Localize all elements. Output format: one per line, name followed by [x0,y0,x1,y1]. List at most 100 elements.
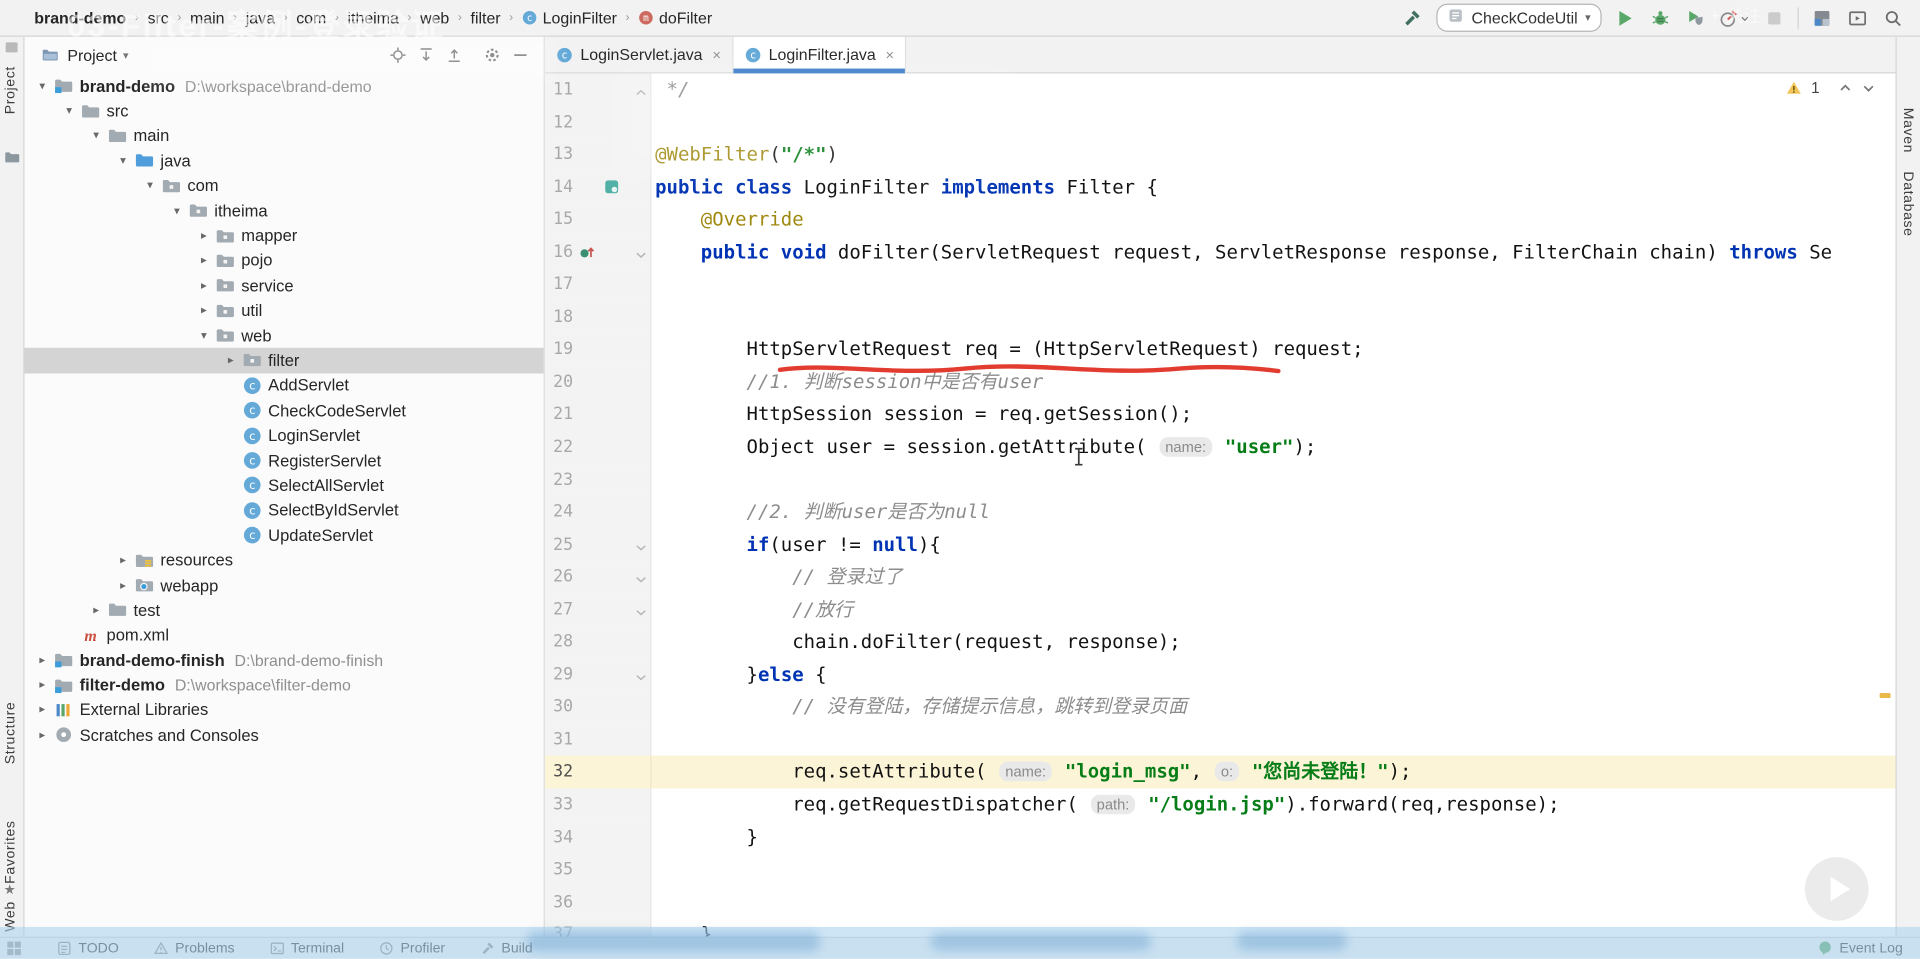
bottom-bar-build[interactable]: Build [479,940,533,956]
tree-item-mapper[interactable]: ▸ mapper [24,223,543,248]
breadcrumb-item-itheima[interactable]: itheima [348,9,399,27]
tree-item-selectbyidservlet[interactable]: c SelectByIdServlet [24,498,543,523]
expand-all-icon[interactable] [415,44,437,66]
tree-item-resources[interactable]: ▸ resources [24,548,543,573]
fold-marker-icon[interactable] [634,571,647,593]
tree-item-java[interactable]: ▾ java [24,148,543,173]
tree-item-main[interactable]: ▾ main [24,123,543,148]
chevron-right-icon[interactable]: ▸ [32,728,53,741]
code-line-24[interactable]: 24 //2. 判断user是否为null [544,496,1896,529]
tree-item-pojo[interactable]: ▸ pojo [24,248,543,273]
run-configuration-select[interactable]: CheckCodeUtil ▾ [1436,3,1602,32]
chevron-right-icon[interactable]: ▸ [32,678,53,691]
code-line-33[interactable]: 33 req.getRequestDispatcher( path: "/log… [544,788,1896,822]
tree-item-com[interactable]: ▾ com [24,173,543,198]
chevron-right-icon[interactable]: ▸ [113,579,134,592]
tree-item-addservlet[interactable]: c AddServlet [24,373,543,398]
star-icon[interactable]: ★ [4,882,16,898]
code-line-27[interactable]: 27 //放行 [544,593,1896,627]
code-line-22[interactable]: 22 Object user = session.getAttribute( n… [544,431,1896,464]
chevron-right-icon[interactable]: ▸ [32,703,53,716]
fold-marker-icon[interactable] [634,668,647,690]
code-line-11[interactable]: 11 */ [544,73,1896,106]
chevron-right-icon[interactable]: ▸ [193,304,214,317]
tree-item-pom-xml[interactable]: m pom.xml [24,623,543,648]
tree-item-filter[interactable]: ▸ filter [24,348,544,374]
prev-warning-icon[interactable] [1838,81,1853,96]
tree-item-selectallservlet[interactable]: c SelectAllServlet [24,473,543,498]
breadcrumb-item-loginfilter[interactable]: c LoginFilter [522,9,617,27]
code-line-32[interactable]: 32 req.setAttribute( name: "login_msg", … [544,756,1896,789]
chevron-right-icon[interactable]: ▸ [113,554,134,567]
tree-item-brand-demo-finish[interactable]: ▸ brand-demo-finish D:\brand-demo-finish [24,648,543,673]
code-line-36[interactable]: 36 [544,886,1896,919]
code-line-31[interactable]: 31 [544,723,1896,757]
code-line-18[interactable]: 18 [544,301,1896,334]
run-button[interactable] [1613,6,1637,30]
project-panel-title[interactable]: Project [67,46,117,64]
code-line-35[interactable]: 35 [544,853,1896,887]
preview-window-icon[interactable] [1845,6,1869,30]
tree-item-registerservlet[interactable]: c RegisterServlet [24,448,543,473]
code-line-30[interactable]: 30 // 没有登陆，存储提示信息，跳转到登录页面 [544,691,1896,724]
tree-item-util[interactable]: ▸ util [24,298,543,323]
breadcrumb-item-main[interactable]: main [190,9,225,27]
breadcrumb-item-filter[interactable]: filter [471,9,501,27]
next-warning-icon[interactable] [1861,81,1876,96]
tree-item-external-libraries[interactable]: ▸ External Libraries [24,698,543,723]
toolwindow-button-structure[interactable]: Structure [4,702,19,765]
code-line-15[interactable]: 15 @Override [544,203,1896,236]
code-line-19[interactable]: 19 HttpServletRequest req = (HttpServlet… [544,333,1896,367]
bottom-bar-todo[interactable]: TODO [56,940,119,956]
chevron-down-icon[interactable]: ▾ [167,204,188,217]
toolwindow-button-maven[interactable]: Maven [1900,108,1915,153]
bottom-bar-terminal[interactable]: Terminal [269,940,344,956]
chevron-down-icon[interactable]: ▾ [86,129,107,142]
code-line-21[interactable]: 21 HttpSession session = req.getSession(… [544,398,1896,432]
chevron-right-icon[interactable]: ▸ [220,354,241,367]
close-icon[interactable]: × [886,46,895,63]
chevron-right-icon[interactable]: ▸ [193,229,214,242]
build-hammer-icon[interactable] [1401,6,1425,30]
profiler-button[interactable] [1719,6,1751,30]
code-line-17[interactable]: 17 [544,268,1896,302]
tree-item-webapp[interactable]: ▸ webapp [24,573,543,598]
toolwindow-button-project[interactable]: Project [4,66,19,114]
tree-item-test[interactable]: ▸ test [24,598,543,623]
chevron-down-icon[interactable]: ▾ [32,79,53,92]
tree-item-loginservlet[interactable]: c LoginServlet [24,423,543,448]
tree-item-filter-demo[interactable]: ▸ filter-demo D:\workspace\filter-demo [24,673,543,698]
tree-item-service[interactable]: ▸ service [24,273,543,298]
toolwindow-button-web[interactable]: Web [4,901,19,932]
chevron-right-icon[interactable]: ▸ [193,279,214,292]
code-line-12[interactable]: 12 [544,105,1896,139]
chevron-down-icon[interactable]: ▾ [113,154,134,167]
gear-icon[interactable] [481,44,503,66]
override-method-gutter-icon[interactable] [579,243,596,266]
toolwindow-switcher-icon[interactable] [6,940,22,956]
chevron-right-icon[interactable]: ▸ [32,653,53,666]
debug-button[interactable] [1648,6,1672,30]
code-line-25[interactable]: 25 if(user != null){ [544,528,1896,562]
breadcrumb-item-brand-demo[interactable]: brand-demo [34,9,126,27]
code-line-20[interactable]: 20 //1. 判断session中是否有user [544,366,1896,399]
locate-file-icon[interactable] [387,44,409,66]
collapse-all-icon[interactable] [443,44,465,66]
breadcrumb-item-src[interactable]: src [148,9,169,27]
fold-marker-icon[interactable] [634,246,647,268]
code-line-29[interactable]: 29 }else { [544,658,1896,692]
code-line-13[interactable]: 13 @WebFilter("/*") [544,138,1896,171]
chevron-down-icon[interactable]: ▾ [193,329,214,342]
bottom-bar-event-log[interactable]: Event Log [1839,941,1902,956]
bottom-bar-profiler[interactable]: Profiler [378,940,445,956]
close-icon[interactable]: × [712,46,721,63]
tree-item-brand-demo[interactable]: ▾ brand-demo D:\workspace\brand-demo [24,73,543,98]
chevron-right-icon[interactable]: ▸ [193,254,214,267]
run-coverage-button[interactable] [1684,6,1708,30]
warning-count[interactable]: 1 [1811,80,1820,97]
breadcrumb-item-dofilter[interactable]: m doFilter [638,9,712,27]
project-folder-icon[interactable] [4,149,21,171]
chevron-down-icon[interactable]: ▾ [123,48,129,61]
code-line-16[interactable]: 16 public void doFilter(ServletRequest r… [544,236,1896,269]
code-line-37[interactable]: 37 } [544,918,1896,937]
